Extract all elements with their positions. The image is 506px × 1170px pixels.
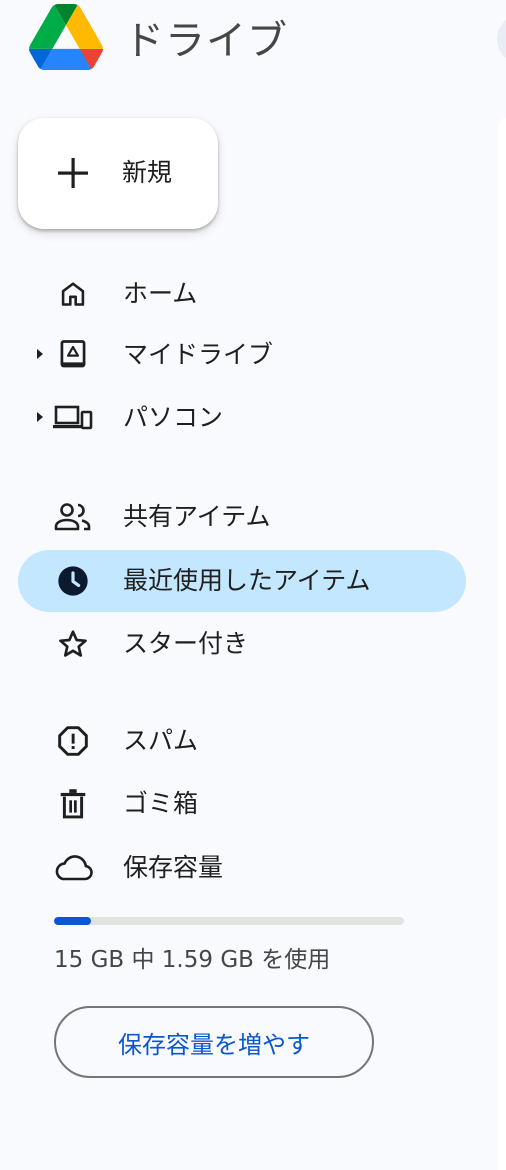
- plus-icon: [58, 158, 88, 188]
- nav-label-storage: 保存容量: [123, 853, 224, 882]
- nav-label-home: ホーム: [123, 279, 198, 308]
- computer-icon: [53, 402, 93, 434]
- report-icon: [53, 725, 93, 757]
- nav-item-storage[interactable]: 保存容量: [18, 837, 466, 899]
- nav-label-recent: 最近使用したアイテム: [123, 566, 371, 595]
- storage-usage-bar: [54, 917, 404, 925]
- nav-label-computers: パソコン: [123, 403, 224, 432]
- nav-item-trash[interactable]: ゴミ箱: [18, 773, 466, 835]
- new-button-label: 新規: [122, 158, 173, 187]
- main-content-edge: [498, 118, 506, 1170]
- expand-arrow-icon[interactable]: [37, 412, 43, 422]
- clock-icon: [53, 565, 93, 597]
- new-button[interactable]: 新規: [18, 118, 218, 229]
- nav-item-shared[interactable]: 共有アイテム: [18, 486, 466, 548]
- cloud-icon: [53, 852, 93, 884]
- star-icon: [53, 628, 93, 660]
- drive-folder-icon: [53, 339, 93, 371]
- app-brand[interactable]: ドライブ: [28, 4, 288, 70]
- search-bar-edge[interactable]: [497, 14, 506, 64]
- nav-item-home[interactable]: ホーム: [18, 263, 466, 325]
- google-drive-logo-icon: [29, 4, 103, 70]
- people-icon: [53, 501, 93, 533]
- nav-label-trash: ゴミ箱: [123, 789, 199, 818]
- nav-label-spam: スパム: [123, 726, 199, 755]
- storage-usage-text: 15 GB 中 1.59 GB を使用: [54, 947, 331, 973]
- nav-item-starred[interactable]: スター付き: [18, 613, 466, 675]
- get-more-storage-button[interactable]: 保存容量を増やす: [54, 1006, 374, 1078]
- drive-sidebar: ドライブ 新規 ホーム マイドライブ パソコン 共有アイテム 最近使用したアイテ…: [0, 0, 506, 1170]
- nav-item-spam[interactable]: スパム: [18, 710, 466, 772]
- app-title: ドライブ: [124, 18, 288, 64]
- nav-item-recent[interactable]: 最近使用したアイテム: [18, 550, 466, 612]
- nav-label-shared: 共有アイテム: [123, 502, 271, 531]
- expand-arrow-icon[interactable]: [37, 349, 43, 359]
- nav-item-my-drive[interactable]: マイドライブ: [18, 324, 466, 386]
- home-icon: [53, 278, 93, 310]
- storage-usage-fill: [54, 917, 92, 925]
- nav-label-starred: スター付き: [123, 629, 249, 658]
- nav-item-computers[interactable]: パソコン: [18, 387, 466, 449]
- nav-label-my-drive: マイドライブ: [123, 340, 274, 369]
- trash-icon: [53, 788, 93, 820]
